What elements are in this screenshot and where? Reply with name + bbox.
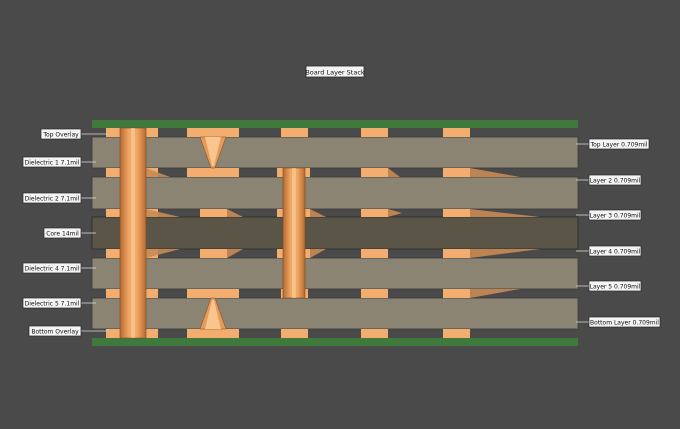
copper-pad	[361, 168, 388, 177]
diagram-title: Board Layer Stack	[305, 65, 365, 78]
copper-wedge	[470, 249, 540, 258]
label-bottom-layer: Bottom Layer 0.709mil	[590, 320, 659, 327]
label-top-overlay: Top Overlay	[42, 132, 79, 139]
label-core: Core 14mil	[46, 231, 79, 238]
top-overlay-band	[92, 120, 578, 128]
dielectric-2-layer	[91, 176, 579, 210]
copper-wedge	[227, 249, 243, 258]
copper-wedge	[310, 209, 326, 217]
dielectric-4-layer	[91, 257, 579, 290]
copper-pad	[187, 329, 239, 338]
copper-pad	[443, 209, 470, 217]
label-dielectric-1: Dielectric 1 7.1mil	[25, 160, 80, 167]
copper-pad	[361, 329, 388, 338]
copper-pad	[200, 249, 227, 258]
copper-pad	[361, 128, 388, 137]
copper-wedge	[310, 249, 326, 258]
copper-pad	[187, 289, 239, 298]
layer-stack-diagram: Board Layer Stack Top Overlay Dielectric…	[22, 65, 661, 346]
buried-via-highlight	[292, 168, 296, 298]
copper-wedge	[227, 209, 243, 217]
copper-pad	[281, 329, 308, 338]
copper-pad	[443, 249, 470, 258]
copper-wedge	[146, 249, 180, 258]
label-bottom-overlay: Bottom Overlay	[31, 329, 79, 336]
copper-wedge	[470, 289, 520, 298]
label-dielectric-2: Dielectric 2 7.1mil	[25, 196, 80, 203]
copper-pad	[443, 168, 470, 177]
left-labels: Top Overlay Dielectric 1 7.1mil Dielectr…	[22, 128, 82, 337]
copper-wedge	[388, 209, 402, 217]
label-layer-2: Layer 2 0.709mil	[590, 178, 641, 185]
copper-pad	[187, 168, 239, 177]
copper-pad	[443, 289, 470, 298]
copper-pad	[361, 249, 388, 258]
label-top-layer: Top Layer 0.709mil	[589, 142, 647, 149]
copper-pad	[187, 128, 239, 137]
core-layer	[91, 216, 579, 250]
copper-pad	[443, 128, 470, 137]
label-layer-5: Layer 5 0.709mil	[590, 284, 641, 291]
label-layer-4: Layer 4 0.709mil	[590, 249, 641, 256]
dielectric-1-layer	[91, 136, 579, 169]
copper-pad	[200, 209, 227, 217]
right-labels: Top Layer 0.709mil Layer 2 0.709mil Laye…	[588, 138, 661, 328]
dielectric-5-layer	[91, 297, 579, 330]
copper-pad	[281, 128, 308, 137]
via-highlight	[131, 128, 135, 338]
copper-wedge	[388, 168, 400, 177]
copper-wedge	[470, 168, 520, 177]
label-layer-3: Layer 3 0.709mil	[590, 213, 641, 220]
label-dielectric-5: Dielectric 5 7.1mil	[25, 301, 80, 308]
copper-pad	[443, 329, 470, 338]
copper-pad	[361, 289, 388, 298]
bottom-overlay-band	[92, 338, 578, 346]
copper-pad	[361, 209, 388, 217]
copper-wedge	[470, 209, 540, 217]
diagram-title-text: Board Layer Stack	[305, 69, 365, 77]
label-dielectric-4: Dielectric 4 7.1mil	[25, 266, 80, 273]
